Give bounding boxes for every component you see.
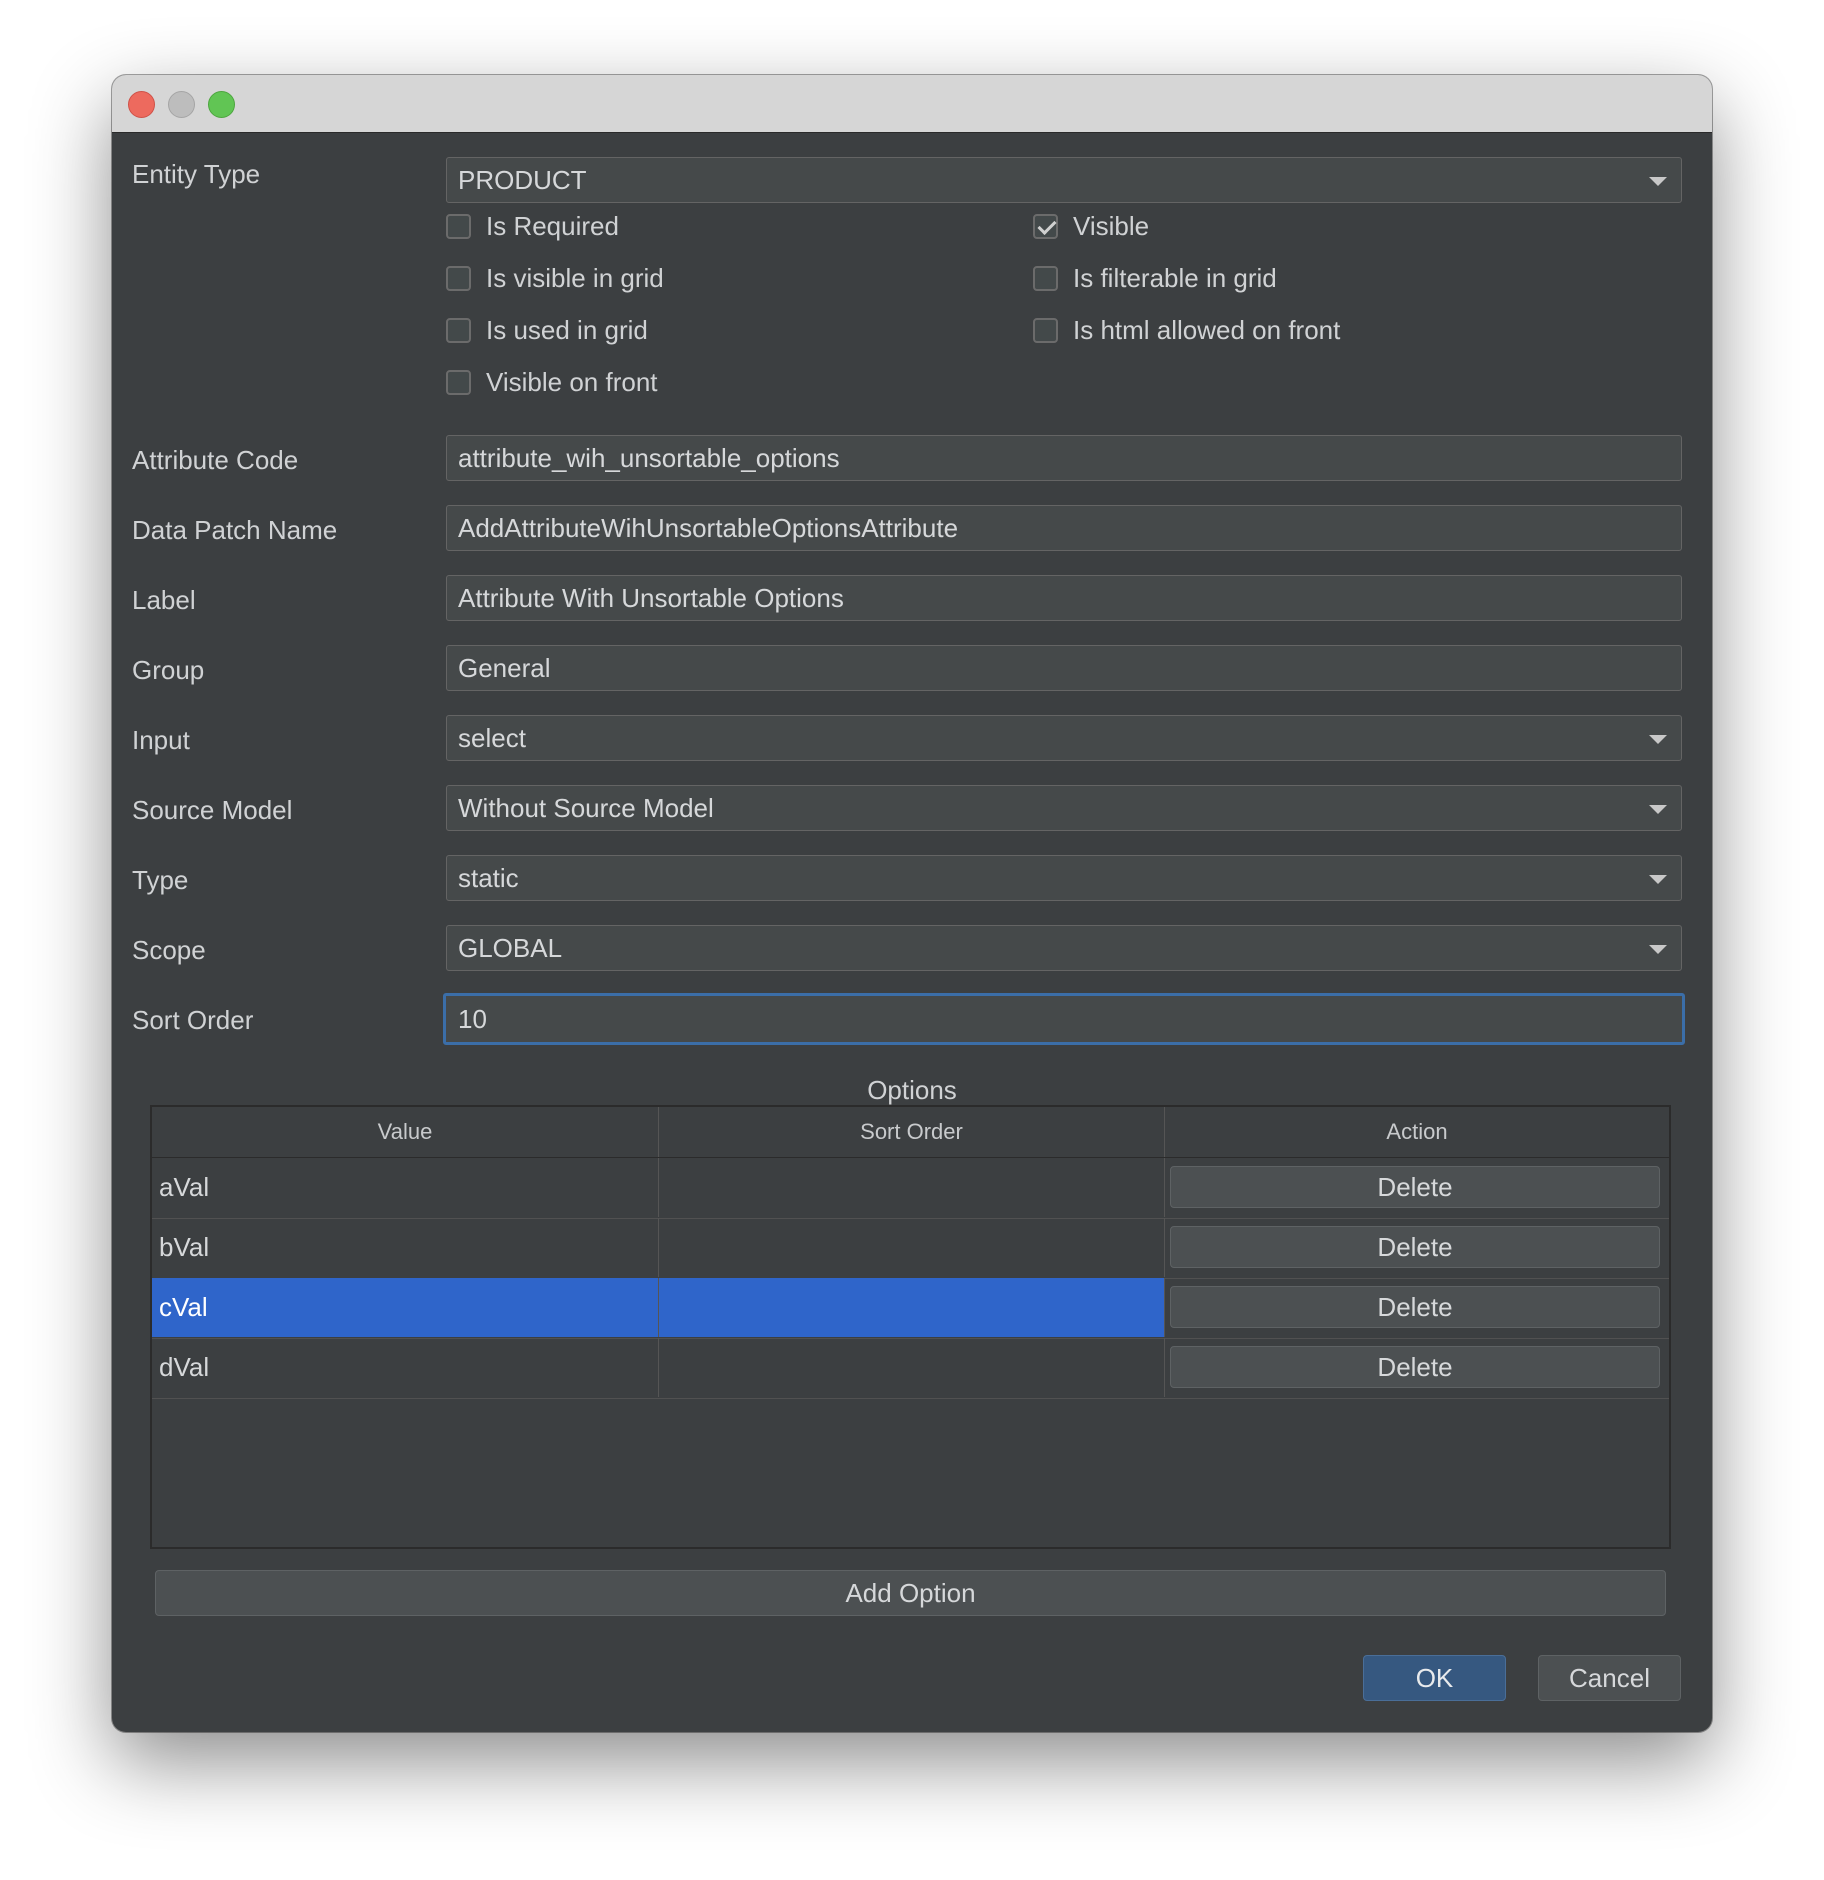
input-select[interactable]: select xyxy=(446,715,1682,761)
visible-checkbox-box[interactable] xyxy=(1033,214,1058,239)
table-row[interactable]: aVal Delete xyxy=(152,1158,1669,1219)
visible-on-front-checkbox[interactable]: Visible on front xyxy=(446,367,658,398)
visible-checkbox[interactable]: Visible xyxy=(1033,211,1149,242)
table-row[interactable]: dVal Delete xyxy=(152,1338,1669,1399)
label-input-value: Attribute With Unsortable Options xyxy=(458,583,844,613)
is-filterable-in-grid-checkbox[interactable]: Is filterable in grid xyxy=(1033,263,1277,294)
option-sort-order-cell[interactable] xyxy=(659,1338,1165,1397)
source-model-value: Without Source Model xyxy=(458,793,714,823)
visible-on-front-label: Visible on front xyxy=(486,367,658,397)
close-window-button[interactable] xyxy=(128,91,155,118)
is-visible-in-grid-checkbox[interactable]: Is visible in grid xyxy=(446,263,664,294)
label-input[interactable]: Attribute With Unsortable Options xyxy=(446,575,1682,621)
sort-order-label: Sort Order xyxy=(132,1005,254,1035)
cancel-button[interactable]: Cancel xyxy=(1538,1655,1681,1701)
is-filterable-in-grid-checkbox-box[interactable] xyxy=(1033,266,1058,291)
ok-button[interactable]: OK xyxy=(1363,1655,1506,1701)
scope-select[interactable]: GLOBAL xyxy=(446,925,1682,971)
delete-option-button[interactable]: Delete xyxy=(1170,1346,1660,1388)
chevron-down-icon xyxy=(1649,177,1667,186)
data-patch-name-label: Data Patch Name xyxy=(132,515,338,545)
option-value-cell[interactable]: bVal xyxy=(152,1218,659,1277)
dialog-window: Entity Type PRODUCT Is Required Visible … xyxy=(112,75,1712,1732)
data-patch-name-value: AddAttributeWihUnsortableOptionsAttribut… xyxy=(458,513,959,543)
type-select[interactable]: static xyxy=(446,855,1682,901)
option-value-cell[interactable]: dVal xyxy=(152,1338,659,1397)
is-required-checkbox-box[interactable] xyxy=(446,214,471,239)
minimize-window-button[interactable] xyxy=(168,91,195,118)
is-required-label: Is Required xyxy=(486,211,619,241)
table-row[interactable]: bVal Delete xyxy=(152,1218,1669,1279)
scope-value: GLOBAL xyxy=(458,933,563,963)
is-used-in-grid-checkbox[interactable]: Is used in grid xyxy=(446,315,648,346)
option-sort-order-cell[interactable] xyxy=(659,1158,1165,1217)
group-value: General xyxy=(458,653,551,683)
visible-on-front-checkbox-box[interactable] xyxy=(446,370,471,395)
is-visible-in-grid-checkbox-box[interactable] xyxy=(446,266,471,291)
chevron-down-icon xyxy=(1649,945,1667,954)
input-label: Input xyxy=(132,725,190,755)
option-sort-order-cell[interactable] xyxy=(659,1278,1165,1337)
delete-option-button[interactable]: Delete xyxy=(1170,1226,1660,1268)
option-value-cell[interactable]: cVal xyxy=(152,1278,659,1337)
chevron-down-icon xyxy=(1649,805,1667,814)
options-table: Value Sort Order Action aVal Delete bVal… xyxy=(150,1105,1671,1549)
is-html-allowed-on-front-label: Is html allowed on front xyxy=(1073,315,1341,345)
delete-option-button[interactable]: Delete xyxy=(1170,1286,1660,1328)
column-header-action[interactable]: Action xyxy=(1165,1107,1669,1157)
attribute-code-label: Attribute Code xyxy=(132,445,299,475)
type-value: static xyxy=(458,863,519,893)
table-row-selected[interactable]: cVal Delete xyxy=(152,1278,1669,1339)
maximize-window-button[interactable] xyxy=(208,91,235,118)
is-filterable-in-grid-label: Is filterable in grid xyxy=(1073,263,1277,293)
option-value-cell[interactable]: aVal xyxy=(152,1158,659,1217)
is-html-allowed-on-front-checkbox-box[interactable] xyxy=(1033,318,1058,343)
options-table-header: Value Sort Order Action xyxy=(152,1107,1669,1158)
type-label: Type xyxy=(132,865,189,895)
chevron-down-icon xyxy=(1649,875,1667,884)
is-used-in-grid-label: Is used in grid xyxy=(486,315,648,345)
entity-type-label: Entity Type xyxy=(132,159,261,189)
chevron-down-icon xyxy=(1649,735,1667,744)
column-header-value[interactable]: Value xyxy=(152,1107,659,1157)
label-field-label: Label xyxy=(132,585,196,615)
is-required-checkbox[interactable]: Is Required xyxy=(446,211,619,242)
is-used-in-grid-checkbox-box[interactable] xyxy=(446,318,471,343)
add-option-button[interactable]: Add Option xyxy=(155,1570,1666,1616)
source-model-select[interactable]: Without Source Model xyxy=(446,785,1682,831)
visible-label: Visible xyxy=(1073,211,1150,241)
group-label: Group xyxy=(132,655,205,685)
column-header-sort-order[interactable]: Sort Order xyxy=(659,1107,1165,1157)
entity-type-select[interactable]: PRODUCT xyxy=(446,157,1682,203)
delete-option-button[interactable]: Delete xyxy=(1170,1166,1660,1208)
group-input[interactable]: General xyxy=(446,645,1682,691)
sort-order-value: 10 xyxy=(458,1004,487,1034)
is-html-allowed-on-front-checkbox[interactable]: Is html allowed on front xyxy=(1033,315,1340,346)
data-patch-name-input[interactable]: AddAttributeWihUnsortableOptionsAttribut… xyxy=(446,505,1682,551)
options-section-title: Options xyxy=(867,1075,957,1105)
option-sort-order-cell[interactable] xyxy=(659,1218,1165,1277)
sort-order-input[interactable]: 10 xyxy=(443,993,1685,1045)
input-value: select xyxy=(458,723,526,753)
scope-label: Scope xyxy=(132,935,206,965)
source-model-label: Source Model xyxy=(132,795,293,825)
attribute-code-input[interactable]: attribute_wih_unsortable_options xyxy=(446,435,1682,481)
entity-type-value: PRODUCT xyxy=(458,165,587,195)
attribute-code-value: attribute_wih_unsortable_options xyxy=(458,443,840,473)
title-bar[interactable] xyxy=(112,75,1712,133)
is-visible-in-grid-label: Is visible in grid xyxy=(486,263,664,293)
